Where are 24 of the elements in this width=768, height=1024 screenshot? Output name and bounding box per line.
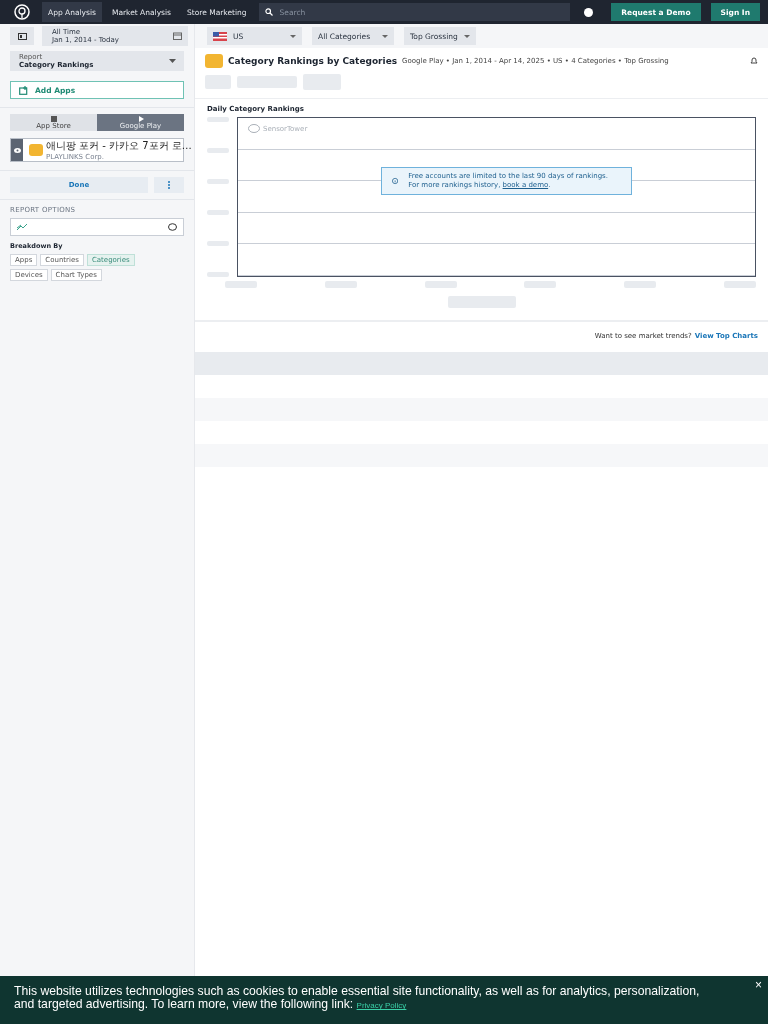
panel-icon — [17, 32, 27, 40]
app-thumbnail — [29, 144, 43, 156]
info-icon — [392, 176, 399, 186]
privacy-policy-link[interactable]: Privacy Policy — [356, 1001, 407, 1011]
caret-icon — [169, 59, 176, 63]
caret-icon — [463, 34, 470, 38]
report-title: Category Rankings by Categories — [228, 56, 398, 66]
app-name: 애니팡 포커 - 카카오 7포커 로… — [46, 139, 192, 153]
square-icon — [49, 115, 58, 122]
app-thumbnail — [205, 54, 223, 68]
caret-icon — [382, 34, 388, 38]
sidebar-toggle-button[interactable] — [10, 27, 34, 45]
more-button[interactable] — [154, 177, 184, 193]
play-icon — [136, 115, 145, 122]
cookie-text: This website utilizes technologies such as cookies to enable essential site functionality, as well as for analytics, personalization, and targeted advertising. To learn more, view the following link: Privacy Policy — [14, 985, 700, 1012]
options-field[interactable] — [10, 218, 184, 236]
search-icon — [264, 8, 273, 16]
trend-icon — [17, 224, 27, 230]
flag-icon — [213, 31, 227, 41]
bell-icon[interactable] — [750, 57, 758, 65]
add-apps-icon — [19, 85, 29, 95]
calendar-icon — [173, 32, 182, 40]
close-button[interactable]: × — [755, 978, 762, 992]
caret-icon — [290, 34, 296, 38]
